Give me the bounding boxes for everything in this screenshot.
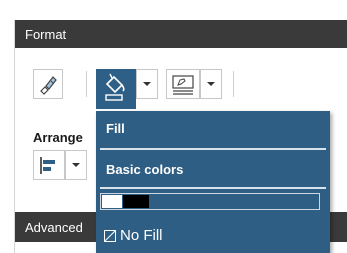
color-swatch-black[interactable]	[123, 195, 149, 208]
format-pane: Format Arrange Advanced Fill Basic color…	[0, 0, 347, 253]
advanced-header-label: Advanced	[25, 219, 83, 235]
no-fill-option[interactable]: No Fill	[104, 227, 163, 244]
toolbar-separator	[233, 71, 234, 97]
format-header-label: Format	[25, 26, 67, 42]
chevron-down-icon	[201, 70, 221, 98]
basic-colors-palette	[100, 193, 320, 210]
fill-color-dropdown-button[interactable]	[136, 69, 158, 99]
color-swatch-white[interactable]	[102, 195, 122, 208]
fill-dropdown-menu: Fill Basic colors No Fill	[96, 111, 330, 253]
no-fill-icon	[104, 229, 116, 242]
no-fill-label: No Fill	[120, 227, 163, 244]
basic-colors-heading: Basic colors	[106, 162, 184, 177]
line-style-dropdown-button[interactable]	[200, 69, 222, 99]
align-left-icon	[34, 151, 64, 179]
arrange-label: Arrange	[33, 130, 83, 145]
dropdown-divider	[100, 187, 326, 189]
paint-bucket-icon	[97, 70, 135, 108]
fill-color-button[interactable]	[96, 69, 136, 109]
paintbrush-icon	[34, 70, 62, 98]
chevron-down-icon	[137, 70, 157, 98]
format-section-header[interactable]: Format	[15, 20, 347, 48]
align-dropdown-button[interactable]	[65, 150, 87, 180]
fill-heading: Fill	[106, 121, 125, 136]
chevron-down-icon	[66, 151, 86, 179]
line-style-icon	[167, 70, 199, 98]
dropdown-divider	[100, 148, 326, 150]
align-button[interactable]	[33, 150, 65, 180]
toolbar-separator	[86, 71, 87, 97]
line-style-button[interactable]	[166, 69, 200, 99]
format-painter-button[interactable]	[33, 69, 63, 99]
